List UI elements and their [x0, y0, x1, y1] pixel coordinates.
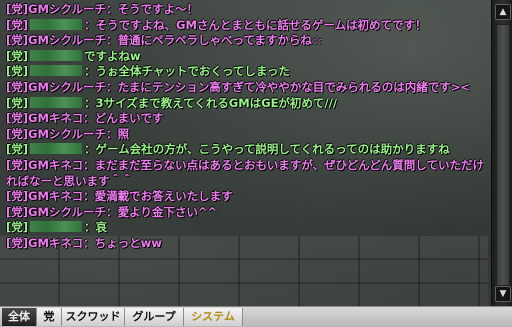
chat-scrollbar[interactable]: ▲ ▼ — [491, 0, 512, 306]
chat-window: [党]GMシクルーチ：そうですよ～！ [党] ：そうですよね、GMさんとまともに話… — [0, 0, 512, 327]
message-text: ：うぉ全体チャットでおくってしまった — [84, 64, 290, 79]
chat-message: [党]GMシクルーチ：そうですよ～！ — [6, 2, 484, 18]
scrollbar-thumb[interactable] — [496, 24, 510, 286]
sender-label: [党] — [6, 64, 29, 79]
redacted-name — [30, 221, 83, 233]
tab-system[interactable]: システム — [184, 308, 243, 326]
message-text: ちょっとww — [94, 235, 162, 250]
sender-label: [党] — [6, 220, 29, 235]
redacted-name — [30, 49, 83, 61]
chat-message: [党]GMキネコ：ちょっとww — [6, 236, 484, 252]
scroll-up-icon[interactable]: ▲ — [495, 4, 511, 20]
sender-label: [党]GMキネコ： — [6, 111, 95, 126]
redacted-name — [30, 65, 83, 77]
chat-message: [党]GMシクルーチ：たまにテンション高すぎて冷ややかな目でみられるのは内緒です… — [6, 80, 484, 96]
redacted-name — [30, 18, 83, 30]
sender-label: [党]GMキネコ： — [6, 235, 95, 250]
sender-label: [党]GMキネコ： — [6, 189, 95, 204]
chat-log: [党]GMシクルーチ：そうですよ～！ [党] ：そうですよね、GMさんとまともに話… — [6, 2, 484, 302]
chat-message: [党]GMキネコ：愛満載でお答えいたします — [6, 189, 484, 205]
chat-message: [党]GMキネコ：まだまだ至らない点はあるとおもいますが、ぜひどんどん質問してい… — [6, 158, 484, 189]
sender-label: [党] — [6, 17, 29, 32]
sender-label: [党] — [6, 142, 29, 157]
chat-message: [党] ：うぉ全体チャットでおくってしまった — [6, 64, 484, 80]
sender-label: [党]GMシクルーチ： — [6, 204, 118, 219]
chat-message: [党] ：3サイズまで教えてくれるGMはGEが初めて/// — [6, 96, 484, 112]
chat-message: [党] ：ゲーム会社の方が、こうやって説明してくれるってのは助かりますね — [6, 142, 484, 158]
chat-message: [党] ：そうですよね、GMさんとまともに話せるゲームは初めてです！ — [6, 18, 484, 34]
sender-label: [党]GMキネコ： — [6, 157, 95, 172]
chat-message: [党]GMシクルーチ：普通にペラペラしゃべってますからね☆ — [6, 33, 484, 49]
sender-label: [党]GMシクルーチ： — [6, 2, 118, 16]
message-text: ：哀 — [84, 220, 108, 235]
message-text: 照 — [117, 126, 130, 141]
chat-message: [党]GMキネコ：どんまいです — [6, 111, 484, 127]
scroll-down-icon[interactable]: ▼ — [495, 286, 511, 302]
message-text: どんまいです — [94, 111, 164, 126]
tab-group[interactable]: グループ — [125, 308, 184, 326]
message-text: ：そうですよね、GMさんとまともに話せるゲームは初めてです！ — [84, 17, 427, 32]
sender-label: [党] — [6, 48, 29, 63]
sender-label: [党] — [6, 95, 29, 110]
chat-message: [党]GMシクルーチ：愛より金下さい^^ — [6, 205, 484, 221]
message-text: ですよねw — [84, 48, 141, 63]
message-text: ：ゲーム会社の方が、こうやって説明してくれるってのは助かりますね — [84, 142, 450, 157]
message-text: ：3サイズまで教えてくれるGMはGEが初めて/// — [84, 95, 338, 110]
chat-message: [党] ですよねw — [6, 49, 484, 65]
chat-message: [党]GMシクルーチ：照 — [6, 127, 484, 143]
chat-tab-bar: 全体 党 スクワッド グループ システム — [0, 306, 512, 327]
chat-message: [党] ：哀 — [6, 220, 484, 236]
tab-squad[interactable]: スクワッド — [62, 308, 125, 326]
message-text: 普通にペラペラしゃべってますからね☆ — [117, 33, 323, 48]
tab-party[interactable]: 党 — [37, 308, 62, 326]
message-text: 愛満載でお答えいたします — [94, 189, 233, 204]
sender-label: [党]GMシクルーチ： — [6, 79, 118, 94]
sender-label: [党]GMシクルーチ： — [6, 33, 118, 48]
redacted-name — [30, 143, 83, 155]
message-text: たまにテンション高すぎて冷ややかな目でみられるのは内緒です>< — [117, 79, 470, 94]
message-text: そうですよ～！ — [117, 2, 199, 16]
redacted-name — [30, 96, 83, 108]
tab-all[interactable]: 全体 — [2, 308, 37, 326]
message-text: 愛より金下さい^^ — [117, 204, 218, 219]
sender-label: [党]GMシクルーチ： — [6, 126, 118, 141]
